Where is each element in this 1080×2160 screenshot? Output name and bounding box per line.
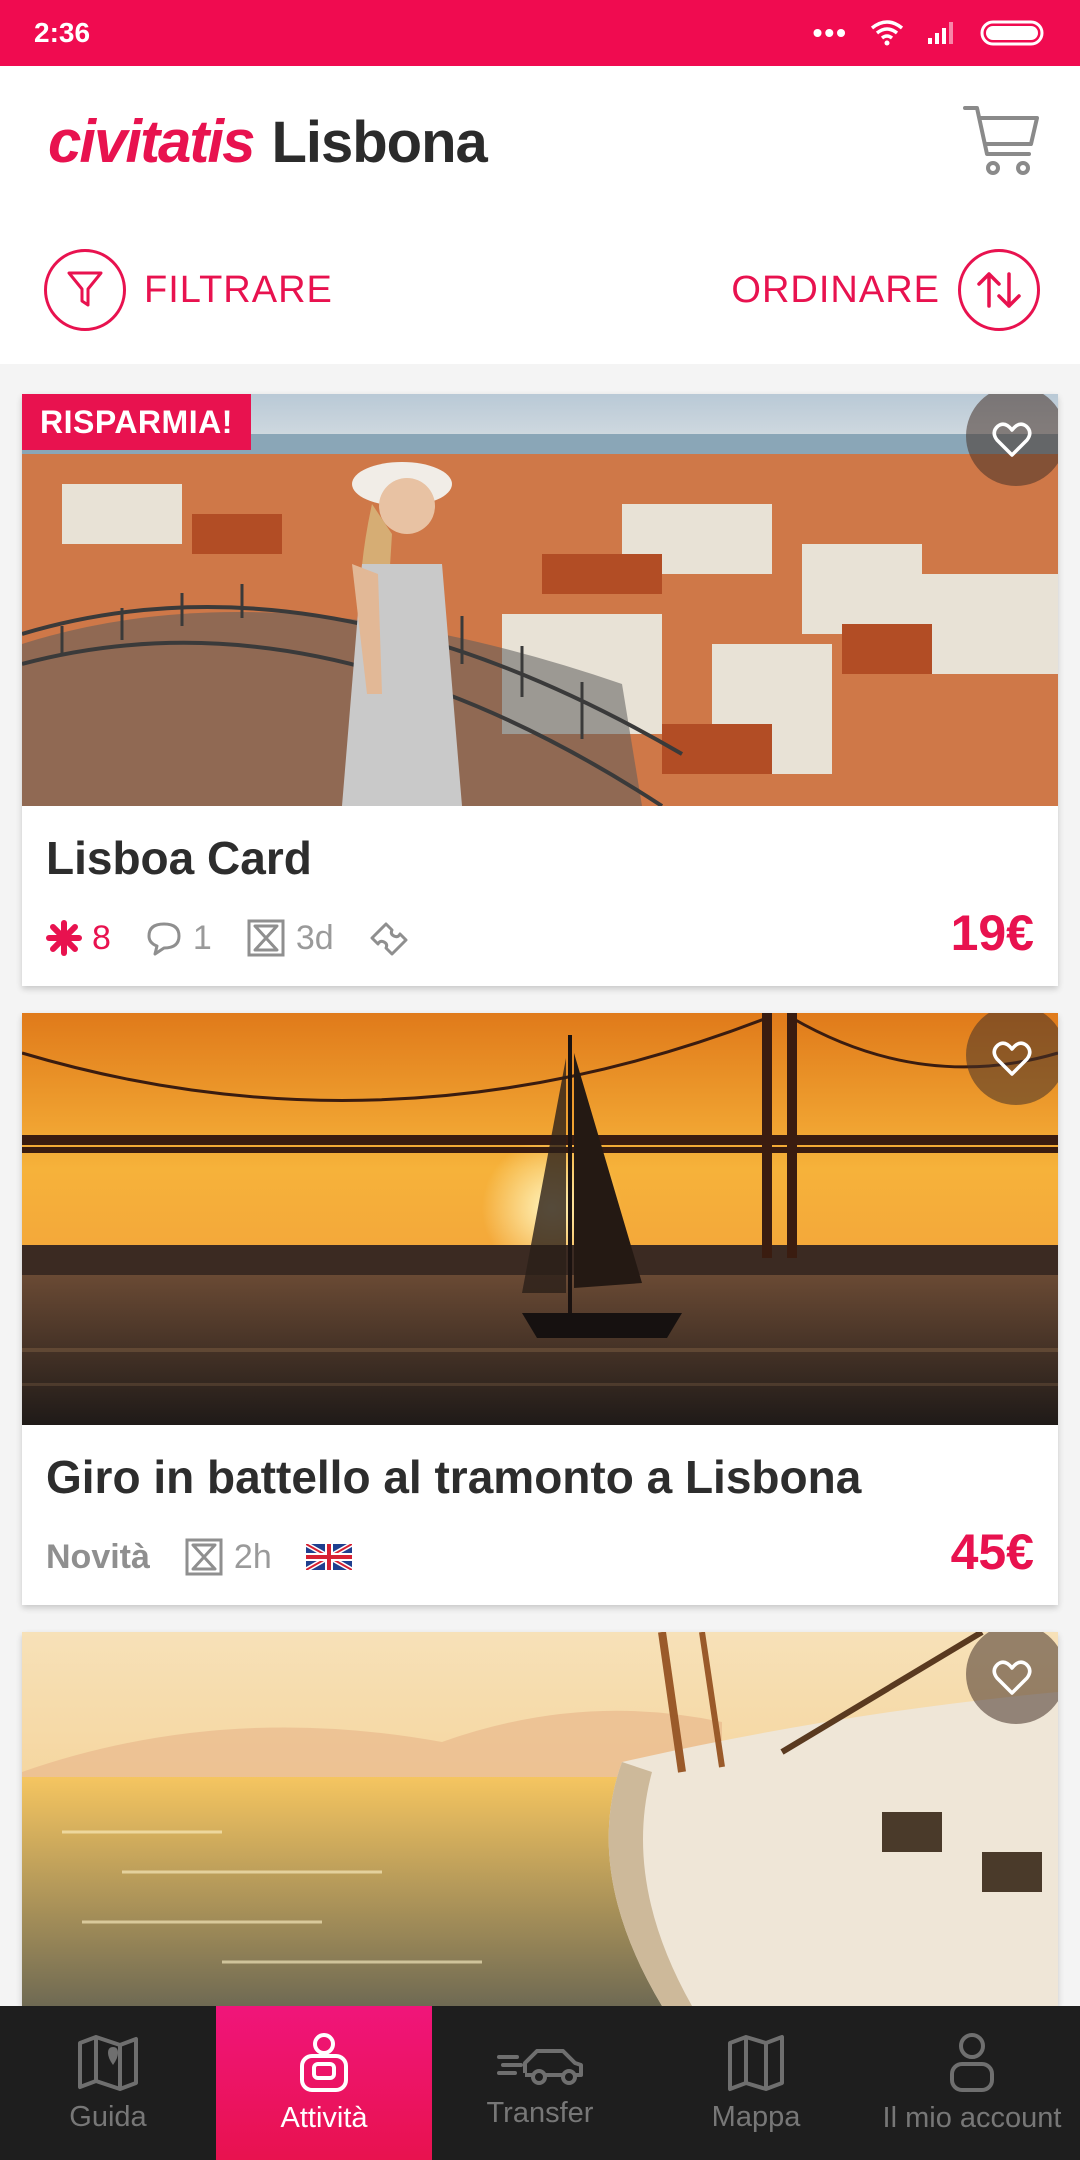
activity-photo — [22, 1013, 1058, 1425]
activity-photo: RISPARMIA! — [22, 394, 1058, 806]
activity-body: Lisboa Card 8 1 3d 19€ — [22, 806, 1058, 986]
sort-button[interactable]: ORDINARE — [731, 249, 1040, 331]
filter-sort-bar: FILTRARE ORDINARE — [0, 216, 1080, 364]
filter-label: FILTRARE — [144, 268, 333, 311]
duration: 2h — [184, 1537, 272, 1577]
duration-value: 3d — [295, 918, 334, 957]
activity-card[interactable]: Giro in battello al tramonto a Lisbona N… — [22, 1013, 1058, 1605]
activity-photo — [22, 1632, 1058, 2006]
filter-icon — [44, 249, 126, 331]
duration-value: 2h — [233, 1537, 272, 1576]
duration: 3d — [246, 918, 334, 958]
activity-meta: 8 1 3d — [46, 918, 408, 958]
comment-icon — [147, 922, 181, 956]
new-tag: Novità — [46, 1537, 150, 1576]
cart-button[interactable] — [958, 98, 1044, 184]
rating: 8 — [46, 919, 111, 958]
nav-mappa[interactable]: Mappa — [648, 2006, 864, 2160]
sort-arrows-icon — [958, 249, 1040, 331]
nav-label: Transfer — [486, 2096, 594, 2129]
discount-badge: RISPARMIA! — [22, 394, 251, 450]
price: 19€ — [950, 905, 1034, 961]
sort-label: ORDINARE — [731, 268, 940, 311]
activity-title: Lisboa Card — [46, 832, 312, 884]
page-title: Lisbona — [271, 109, 487, 175]
activity-card[interactable]: RISPARMIA! Lisboa Card 8 1 3d 19€ — [22, 394, 1058, 986]
activity-body: Giro in battello al tramonto a Lisbona N… — [22, 1425, 1058, 1605]
app-header: civitatis Lisbona — [0, 66, 1080, 216]
price: 45€ — [950, 1524, 1034, 1580]
filter-button[interactable]: FILTRARE — [44, 249, 333, 331]
nav-label: Attività — [280, 2101, 368, 2134]
rating-value: 8 — [92, 918, 111, 957]
cart-icon — [963, 106, 1039, 175]
battery-icon — [980, 20, 1044, 46]
hourglass-icon — [185, 1538, 223, 1576]
status-time: 2:36 — [34, 17, 91, 48]
nav-account[interactable]: Il mio account — [864, 2006, 1080, 2160]
comments: 1 — [145, 919, 212, 958]
signal-icon — [928, 22, 953, 44]
hourglass-icon — [247, 919, 285, 957]
heart-icon — [992, 422, 1032, 457]
wifi-icon — [870, 20, 904, 46]
activity-meta: Novità 2h — [46, 1537, 352, 1577]
comments-count: 1 — [192, 918, 212, 957]
nav-label: Guida — [69, 2100, 147, 2133]
activity-card[interactable] — [22, 1632, 1058, 2006]
nav-label: Mappa — [711, 2100, 801, 2133]
activities-icon — [300, 2032, 348, 2092]
system-icons: ••• — [813, 17, 1046, 49]
ticket-icon — [370, 922, 408, 956]
lisbon-rooftops-image — [22, 394, 1058, 806]
status-bar: 2:36 ••• — [0, 0, 1080, 66]
asterisk-rating-icon — [46, 920, 82, 956]
nav-attivita[interactable]: Attività — [216, 2006, 432, 2160]
map-fold-icon — [728, 2034, 784, 2091]
yacht-sea-image — [22, 1632, 1058, 2006]
bottom-navigation: Guida Attività Transfer Mappa Il mio acc… — [0, 2006, 1080, 2160]
activity-title: Giro in battello al tramonto a Lisbona — [46, 1451, 862, 1503]
heart-icon — [992, 1041, 1032, 1076]
civitatis-logo[interactable]: civitatis — [48, 107, 255, 176]
uk-flag-icon — [305, 1544, 352, 1570]
more-notifications-icon: ••• — [812, 17, 848, 48]
brand: civitatis Lisbona — [48, 107, 488, 176]
nav-transfer[interactable]: Transfer — [432, 2006, 648, 2160]
car-icon — [497, 2048, 583, 2085]
heart-icon — [992, 1660, 1032, 1695]
sunset-sailboat-image — [22, 1013, 1058, 1425]
nav-guida[interactable]: Guida — [0, 2006, 216, 2160]
map-icon — [78, 2034, 138, 2091]
user-icon — [950, 2032, 994, 2092]
ticket — [368, 920, 408, 956]
nav-label: Il mio account — [882, 2101, 1062, 2134]
